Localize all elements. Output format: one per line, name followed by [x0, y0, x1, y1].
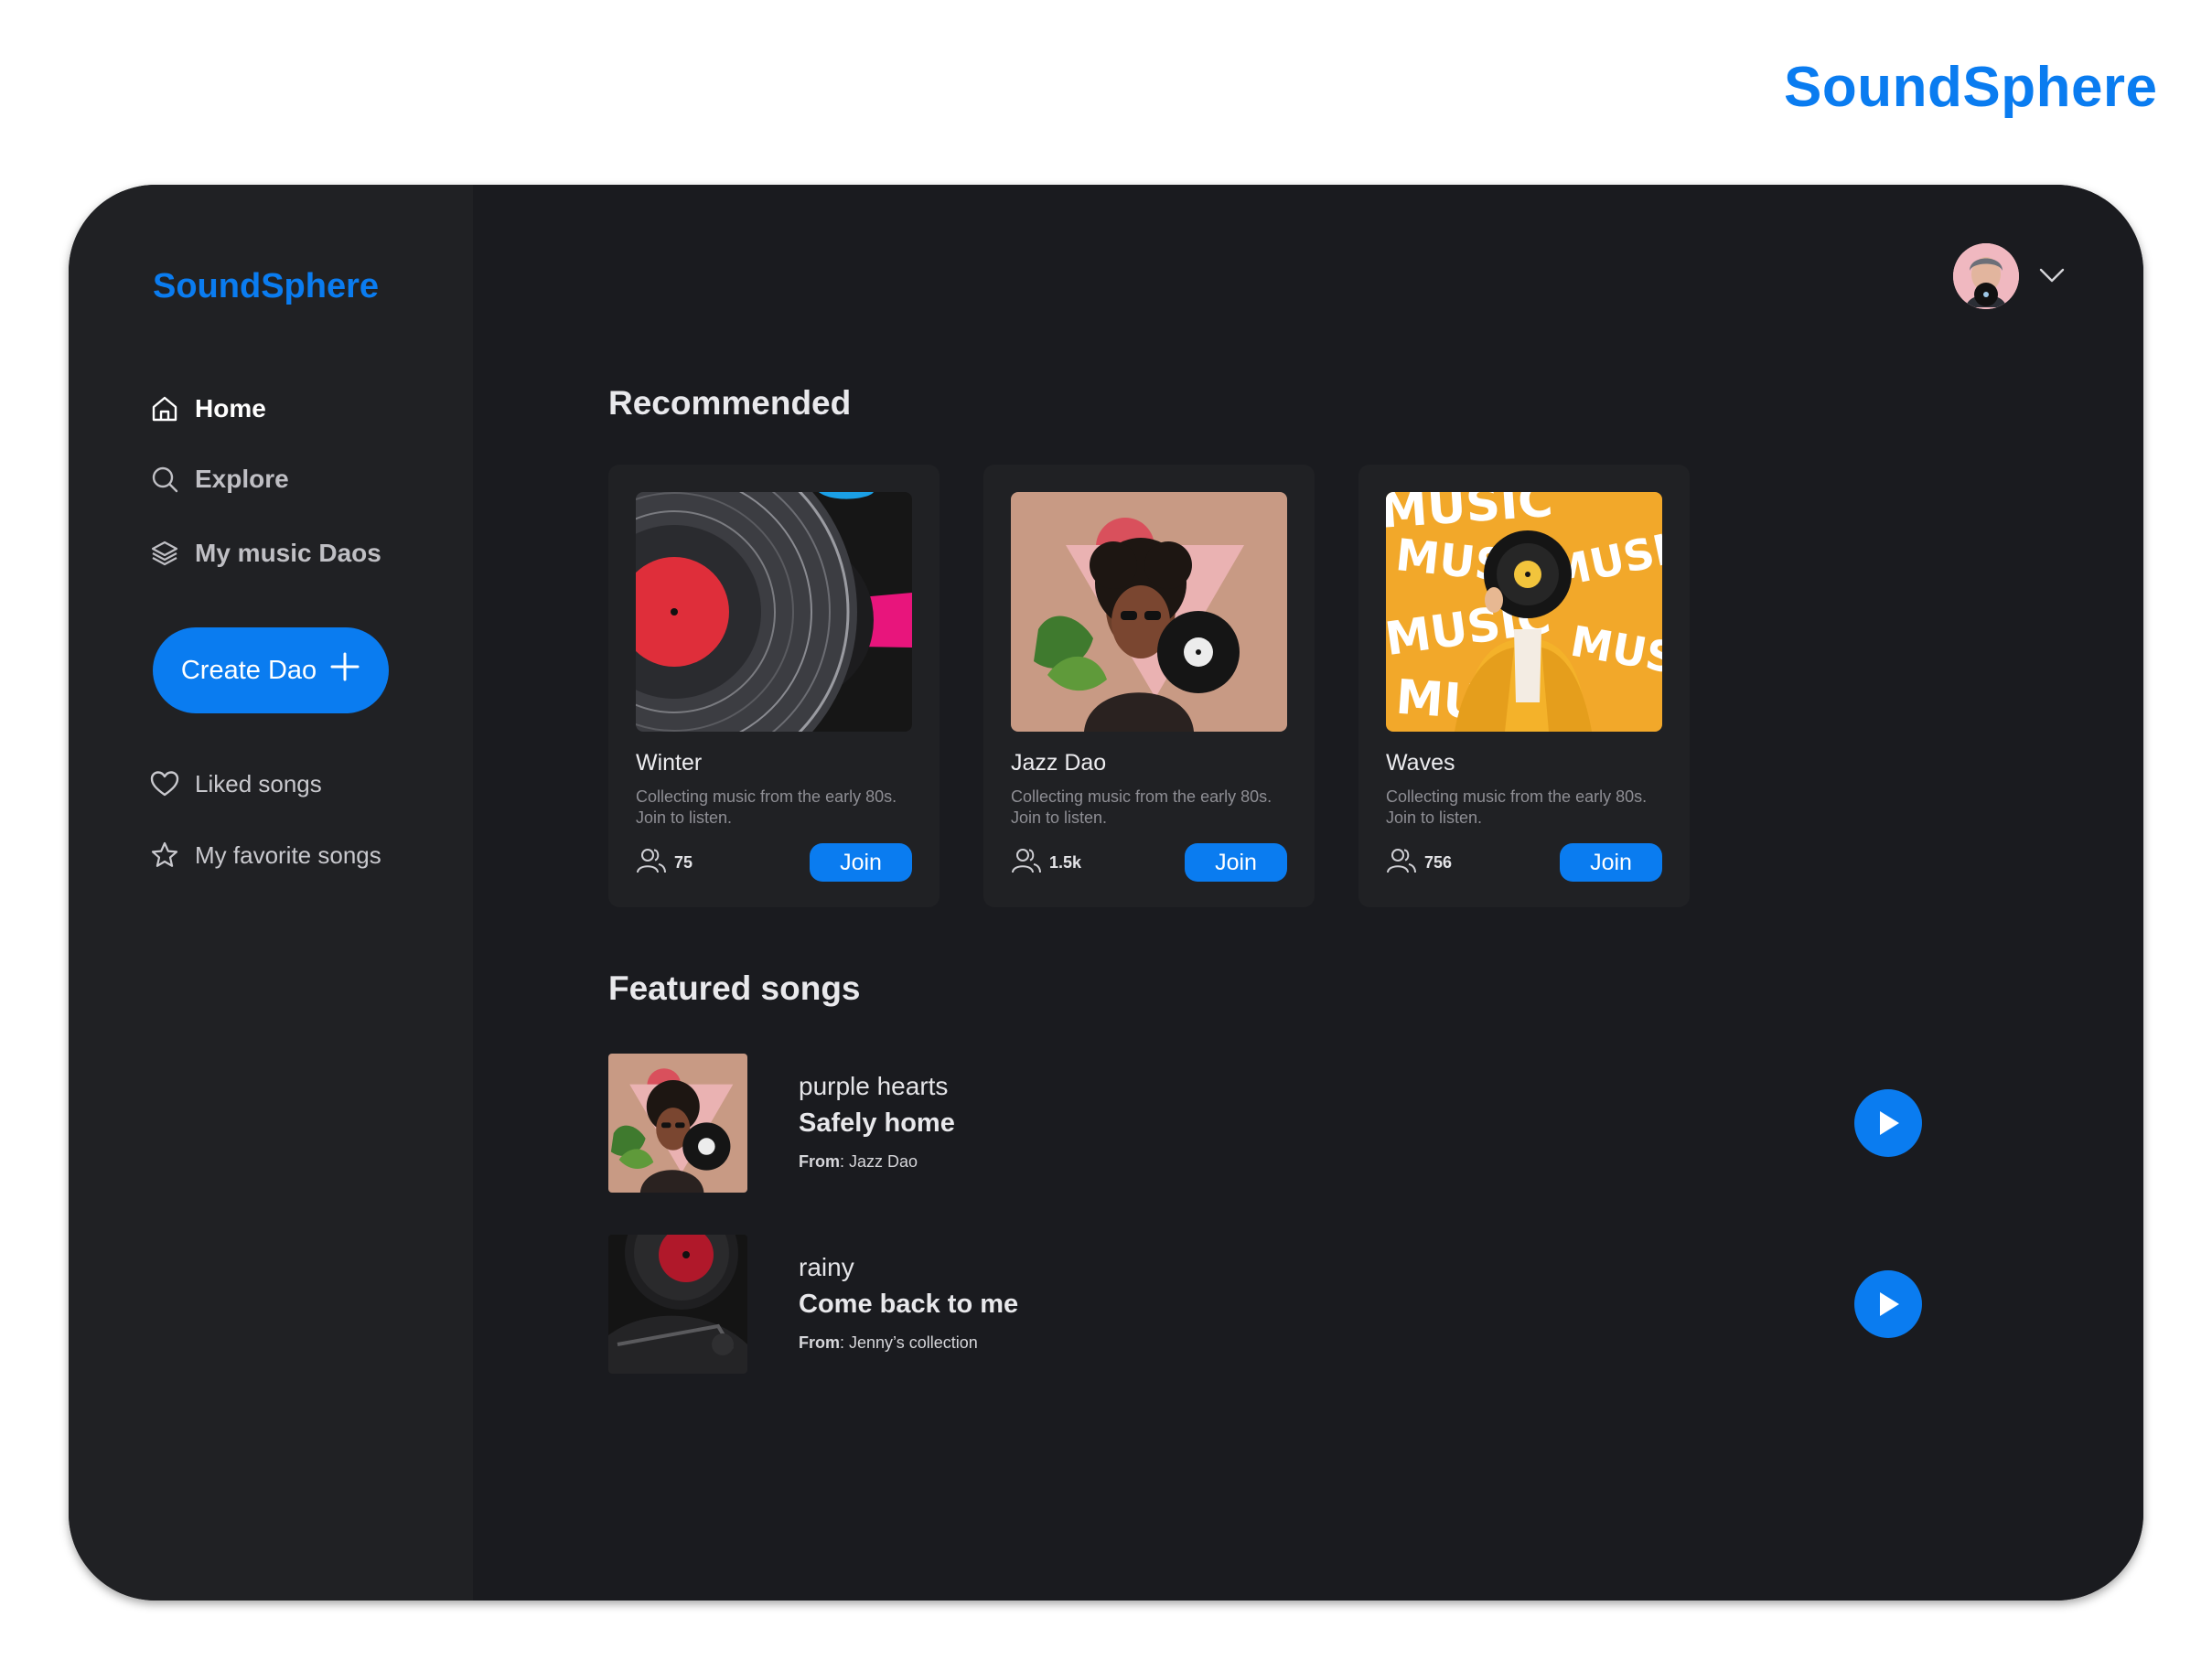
recommended-heading: Recommended: [608, 384, 852, 422]
dao-card-title: Winter: [636, 750, 703, 776]
play-icon: [1880, 1292, 1899, 1316]
dao-card[interactable]: Jazz Dao Collecting music from the early…: [983, 465, 1315, 907]
create-dao-button[interactable]: Create Dao: [153, 627, 389, 713]
play-icon: [1880, 1111, 1899, 1135]
nav-explore-label: Explore: [195, 465, 289, 493]
nav-liked-songs-label: Liked songs: [195, 769, 322, 798]
dao-card-description: Collecting music from the early 80s. Joi…: [636, 787, 897, 827]
nav-home[interactable]: Home: [149, 393, 266, 424]
song-name: rainy: [799, 1253, 854, 1281]
nav-favorite-songs-label: My favorite songs: [195, 840, 381, 869]
song-row[interactable]: purple hearts Safely home From: Jazz Dao: [608, 1054, 1935, 1193]
winter-cover-image: [636, 492, 912, 732]
dao-card-description: Collecting music from the early 80s. Joi…: [1011, 787, 1272, 827]
song-thumbnail: [608, 1235, 747, 1374]
users-icon: [636, 847, 667, 879]
brand-logo: SoundSphere: [1784, 56, 2158, 119]
members-count: 756: [1386, 847, 1452, 879]
song-source: From: Jazz Dao: [799, 1152, 918, 1172]
dao-card-description: Collecting music from the early 80s. Joi…: [1386, 787, 1648, 827]
home-icon: [149, 393, 180, 424]
nav-liked-songs[interactable]: Liked songs: [149, 768, 322, 799]
create-dao-label: Create Dao: [180, 655, 317, 685]
users-icon: [1011, 847, 1042, 879]
song-name: purple hearts: [799, 1072, 949, 1100]
members-count: 75: [636, 847, 693, 879]
join-button[interactable]: Join: [810, 843, 912, 882]
sidebar-logo[interactable]: SoundSphere: [153, 267, 379, 306]
nav-my-music-daos[interactable]: My music Daos: [149, 538, 381, 569]
members-count-value: 1.5k: [1049, 853, 1082, 872]
plus-icon: [329, 651, 360, 690]
nav-my-music-daos-label: My music Daos: [195, 539, 381, 567]
featured-songs-heading: Featured songs: [608, 969, 861, 1007]
waves-cover-image: MUSIC MUSIC MUSIC MUSIC MUSIC MUSIC: [1386, 492, 1662, 732]
song-source: From: Jenny’s collection: [799, 1333, 978, 1353]
members-count-value: 75: [674, 853, 693, 872]
song-source-value: : Jazz Dao: [840, 1152, 918, 1171]
main-content: Recommended Winter Collecting music from…: [473, 185, 2143, 1600]
nav-explore[interactable]: Explore: [149, 464, 289, 495]
song-title: Come back to me: [799, 1290, 1019, 1319]
nav-home-label: Home: [195, 394, 266, 423]
search-icon: [149, 464, 180, 495]
heart-icon: [149, 768, 180, 799]
dao-card[interactable]: Winter Collecting music from the early 8…: [608, 465, 940, 907]
song-row[interactable]: rainy Come back to me From: Jenny’s coll…: [608, 1235, 1935, 1374]
dao-card[interactable]: MUSIC MUSIC MUSIC MUSIC MUSIC MUSIC: [1358, 465, 1690, 907]
members-count-value: 756: [1424, 853, 1453, 872]
nav-favorite-songs[interactable]: My favorite songs: [149, 840, 381, 871]
song-thumbnail: [608, 1054, 747, 1193]
dao-card-title: Jazz Dao: [1011, 750, 1107, 776]
song-source-label: From: [799, 1333, 840, 1352]
sidebar: SoundSphere Home Explore My music Daos C…: [69, 185, 473, 1600]
jazz-dao-cover-image: [1011, 492, 1287, 732]
users-icon: [1386, 847, 1417, 879]
user-avatar[interactable]: [1953, 243, 2019, 309]
layers-icon: [149, 538, 180, 569]
play-button[interactable]: [1854, 1089, 1922, 1157]
song-source-value: : Jenny’s collection: [840, 1333, 978, 1352]
star-icon: [149, 840, 180, 871]
join-button[interactable]: Join: [1185, 843, 1287, 882]
song-source-label: From: [799, 1152, 840, 1171]
chevron-down-icon[interactable]: [2038, 265, 2066, 285]
dao-card-title: Waves: [1386, 750, 1455, 776]
song-title: Safely home: [799, 1108, 955, 1138]
play-button[interactable]: [1854, 1270, 1922, 1338]
join-button[interactable]: Join: [1560, 843, 1662, 882]
members-count: 1.5k: [1011, 847, 1081, 879]
app-window: SoundSphere Home Explore My music Daos C…: [69, 185, 2143, 1600]
